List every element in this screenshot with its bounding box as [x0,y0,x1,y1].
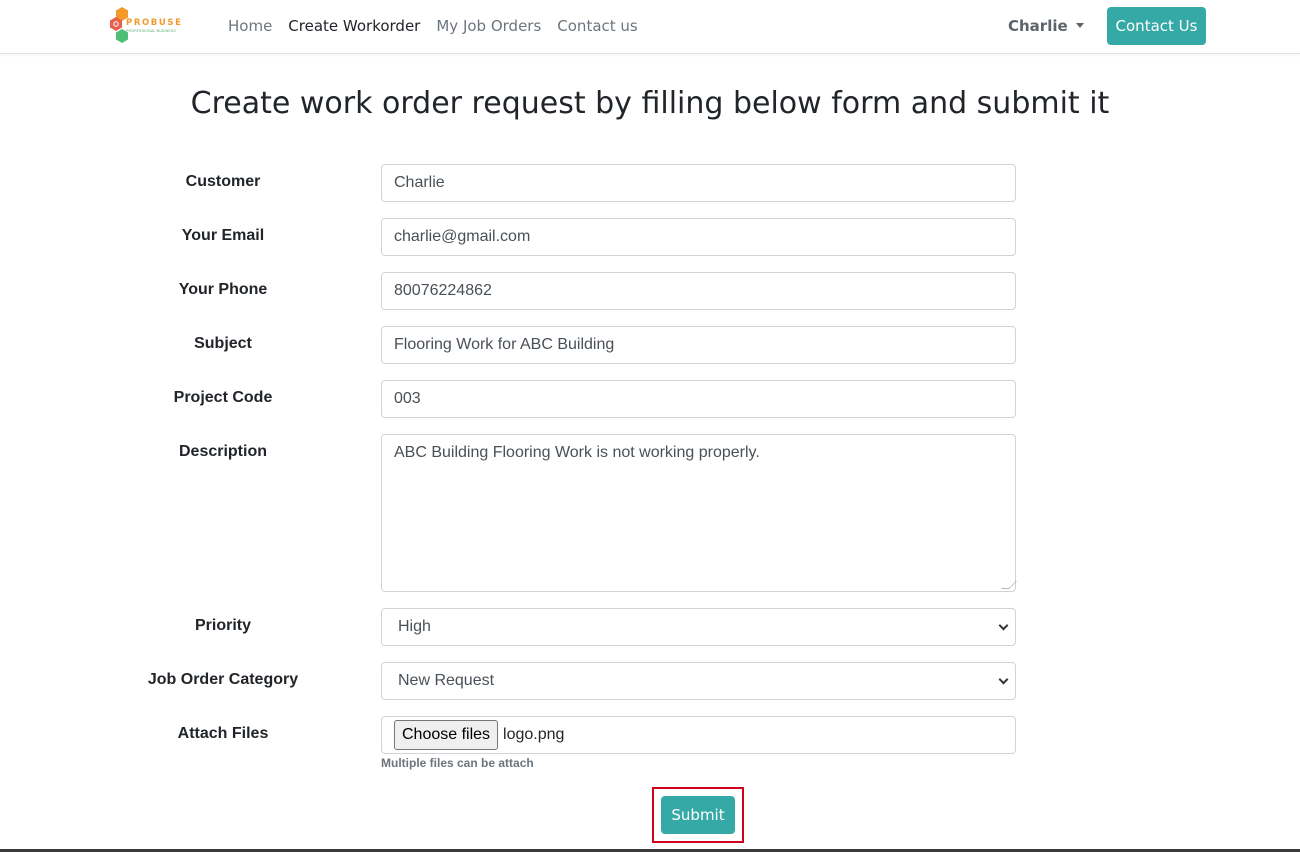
email-label: Your Email [181,227,265,244]
brand-tagline: PROFESSIONAL BUSINESS [126,29,176,33]
user-name: Charlie [1008,17,1068,35]
project-code-label: Project Code [173,389,273,406]
attach-hint: Multiple files can be attach [381,756,534,770]
brand-name: PROBUSE [126,18,183,28]
top-navbar: PROBUSE PROFESSIONAL BUSINESS Home Creat… [0,0,1300,54]
chevron-down-icon [998,620,1009,631]
description-label: Description [178,443,267,460]
nav-contact-link[interactable]: Contact us [557,17,637,35]
category-label: Job Order Category [147,671,299,688]
email-input[interactable]: charlie@gmail.com [381,218,1016,256]
nav-create-workorder-link[interactable]: Create Workorder [288,17,420,35]
customer-value: Charlie [394,174,445,191]
contact-us-button[interactable]: Contact Us [1107,7,1206,45]
customer-input[interactable]: Charlie [381,164,1016,202]
phone-label: Your Phone [178,281,268,298]
customer-label: Customer [185,173,261,190]
subject-label: Subject [194,335,252,352]
phone-value: 80076224862 [394,282,492,299]
caret-down-icon [1075,23,1084,28]
resize-handle-icon[interactable] [1001,581,1017,589]
description-value: ABC Building Flooring Work is not workin… [394,444,760,461]
choose-files-button[interactable]: Choose files [394,720,499,750]
description-textarea[interactable]: ABC Building Flooring Work is not workin… [381,434,1017,592]
subject-input[interactable]: Flooring Work for ABC Building [381,326,1016,364]
submit-button[interactable]: Submit [661,796,735,834]
main-nav: Home Create Workorder My Job Orders Cont… [228,17,638,35]
file-input[interactable]: Choose files logo.png [381,716,1016,754]
page-title: Create work order request by filling bel… [190,86,1110,121]
category-select[interactable]: New Request [381,662,1016,700]
nav-home-link[interactable]: Home [228,17,272,35]
subject-value: Flooring Work for ABC Building [394,336,615,353]
selected-file-name: logo.png [503,726,565,743]
user-dropdown[interactable]: Charlie [1008,17,1084,35]
priority-select[interactable]: High [381,608,1016,646]
attach-files-label: Attach Files [177,725,269,742]
project-code-value: 003 [394,390,421,407]
chevron-down-icon [998,674,1009,685]
phone-input[interactable]: 80076224862 [381,272,1016,310]
priority-label: Priority [194,617,251,634]
nav-my-job-orders-link[interactable]: My Job Orders [436,17,541,35]
brand-logo[interactable]: PROBUSE PROFESSIONAL BUSINESS [108,5,188,47]
project-code-input[interactable]: 003 [381,380,1016,418]
priority-value: High [398,618,431,635]
email-value: charlie@gmail.com [394,228,531,245]
category-value: New Request [398,672,495,689]
